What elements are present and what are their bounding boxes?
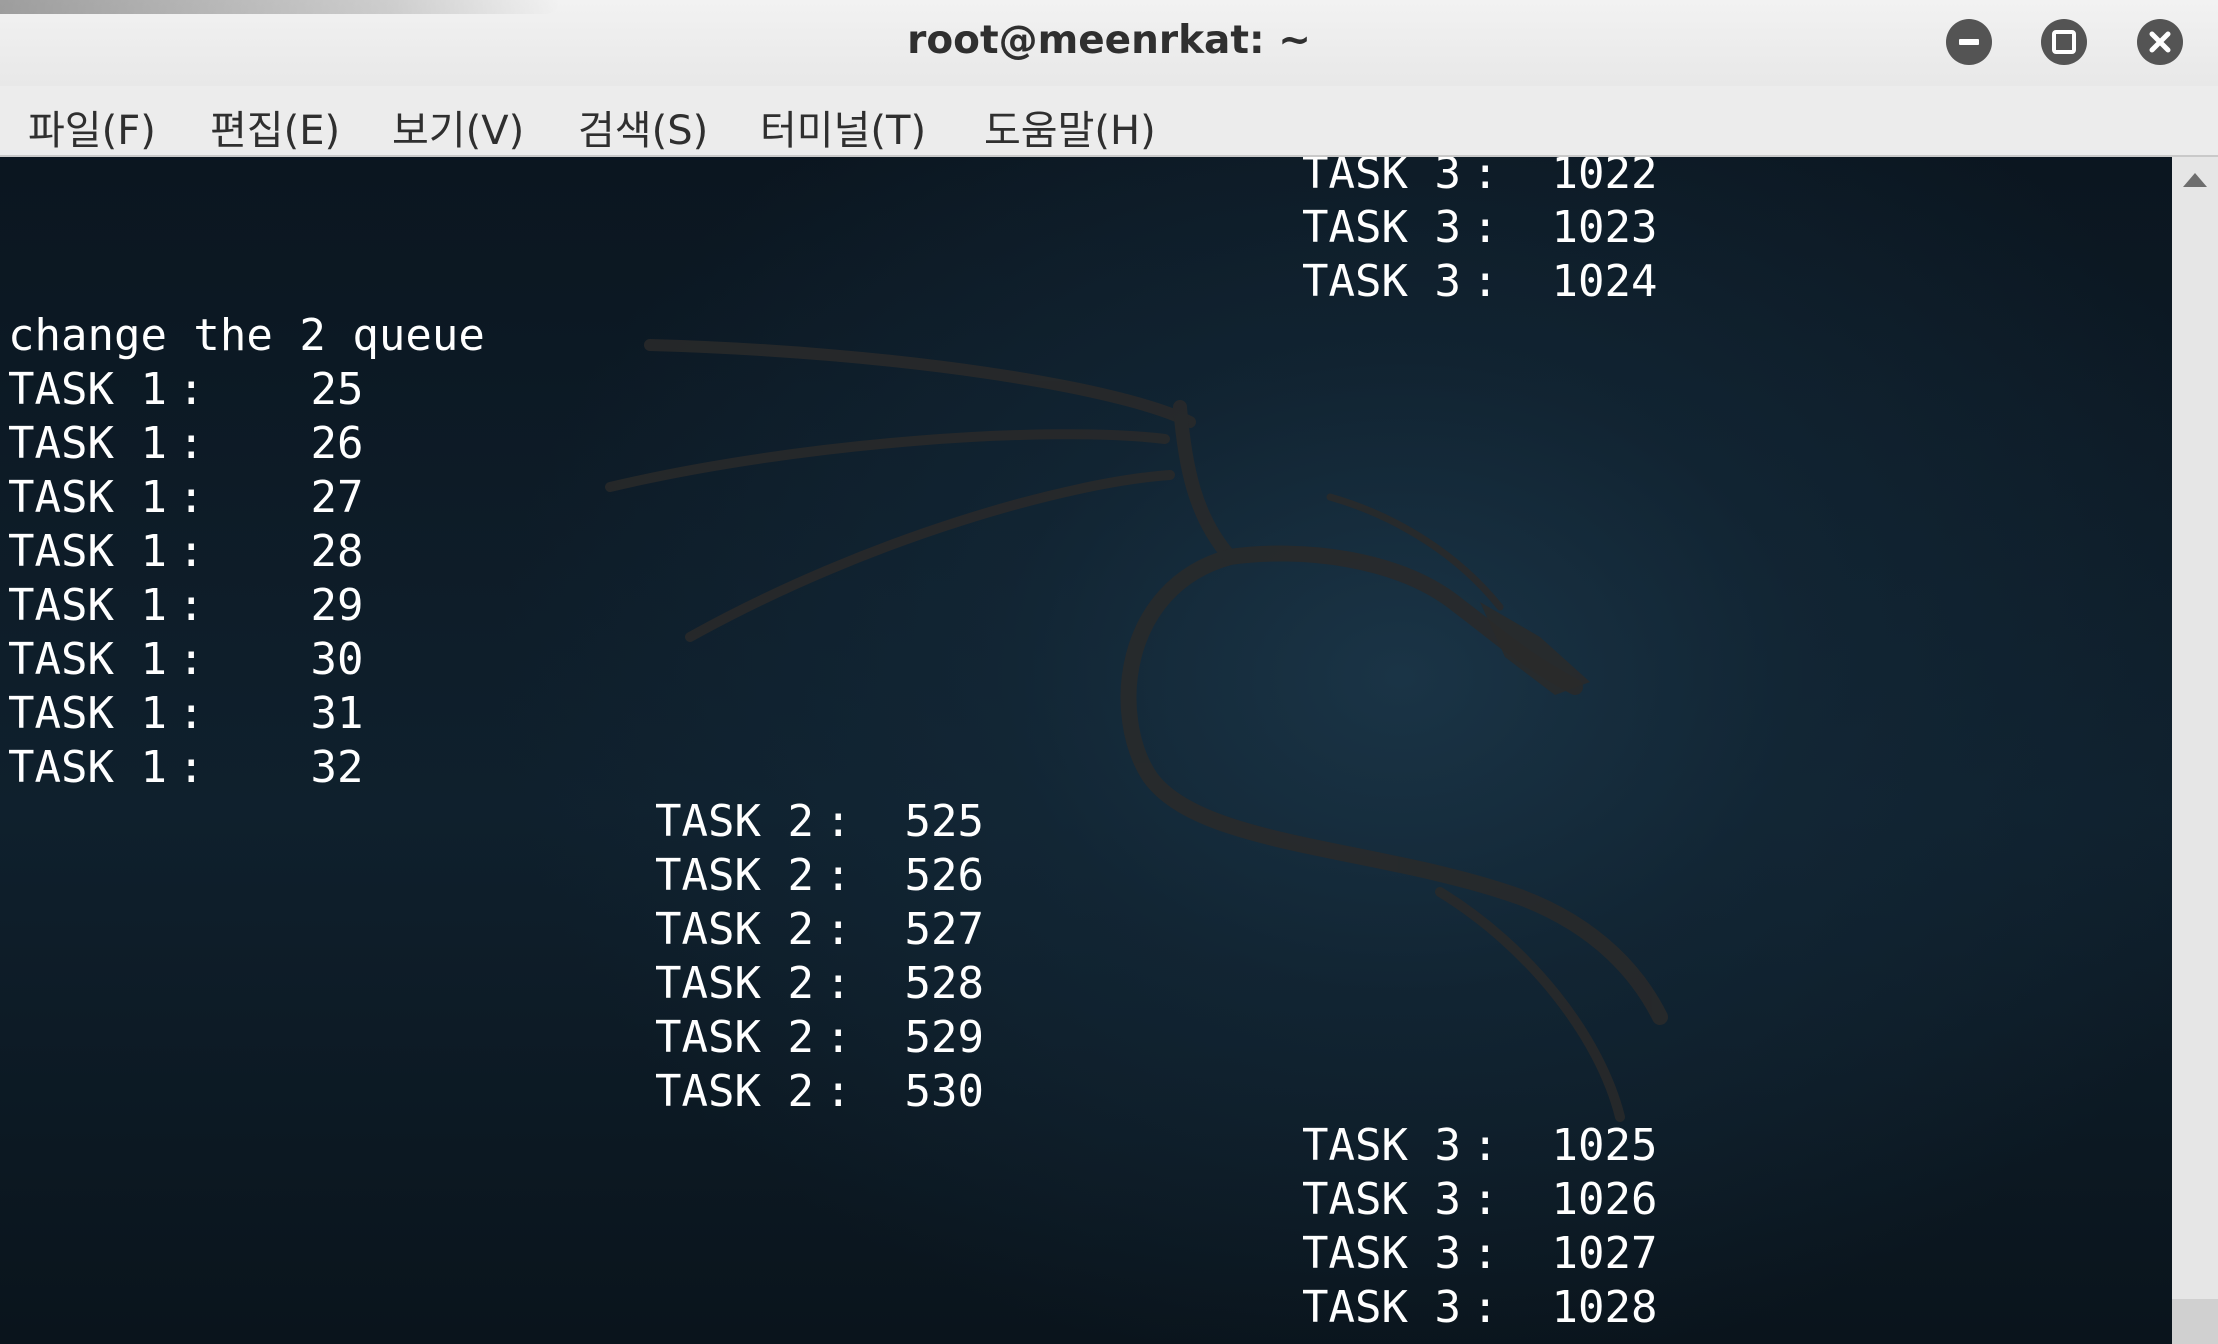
task1-line: TASK 1: 26 <box>8 418 364 469</box>
title-bar-shadow <box>0 0 560 14</box>
menu-bar: 파일(F) 편집(E) 보기(V) 검색(S) 터미널(T) 도움말(H) <box>0 86 2218 157</box>
task3-line: TASK 3: 1023 <box>1302 202 1658 253</box>
scroll-thumb[interactable] <box>2172 1299 2218 1344</box>
menu-help[interactable]: 도움말(H) <box>984 98 1156 156</box>
close-icon <box>2149 31 2171 53</box>
close-button[interactable] <box>2137 19 2183 65</box>
menu-terminal[interactable]: 터미널(T) <box>760 98 926 156</box>
task2-line: TASK 2: 528 <box>655 958 984 1009</box>
terminal-output[interactable]: TASK 3: 1022 TASK 3: 1023 TASK 3: 1024 c… <box>0 157 2172 1344</box>
task1-line: TASK 1: 25 <box>8 364 364 415</box>
task3-line: TASK 3: 1022 <box>1302 157 1658 199</box>
window-title: root@meenrkat: ~ <box>907 18 1311 63</box>
terminal-window: root@meenrkat: ~ 파일(F) 편집(E) 보기(V) 검색(S)… <box>0 0 2218 1344</box>
task1-line: TASK 1: 29 <box>8 580 364 631</box>
task1-line: TASK 1: 28 <box>8 526 364 577</box>
task3-line: TASK 3: 1028 <box>1302 1282 1658 1333</box>
task1-line: TASK 1: 27 <box>8 472 364 523</box>
task3-line: TASK 3: 1025 <box>1302 1120 1658 1171</box>
maximize-icon <box>2052 30 2076 54</box>
task2-line: TASK 2: 530 <box>655 1066 984 1117</box>
task2-line: TASK 2: 529 <box>655 1012 984 1063</box>
task1-line: TASK 1: 30 <box>8 634 364 685</box>
menu-view[interactable]: 보기(V) <box>392 98 524 156</box>
scroll-up-icon[interactable] <box>2183 173 2207 187</box>
title-bar[interactable]: root@meenrkat: ~ <box>0 0 2218 86</box>
maximize-button[interactable] <box>2041 19 2087 65</box>
task3-line: TASK 3: 1027 <box>1302 1228 1658 1279</box>
task3-line: TASK 3: 1026 <box>1302 1174 1658 1225</box>
task3-line: TASK 3: 1024 <box>1302 256 1658 307</box>
task1-line: TASK 1: 32 <box>8 742 364 793</box>
menu-search[interactable]: 검색(S) <box>578 98 708 156</box>
task1-line: TASK 1: 31 <box>8 688 364 739</box>
menu-file[interactable]: 파일(F) <box>28 98 156 156</box>
task2-line: TASK 2: 527 <box>655 904 984 955</box>
menu-edit[interactable]: 편집(E) <box>210 98 340 156</box>
task2-line: TASK 2: 526 <box>655 850 984 901</box>
vertical-scrollbar[interactable] <box>2172 157 2218 1344</box>
queue-change-message: change the 2 queue <box>8 310 485 361</box>
task2-line: TASK 2: 525 <box>655 796 984 847</box>
minimize-icon <box>1959 39 1979 45</box>
minimize-button[interactable] <box>1946 19 1992 65</box>
